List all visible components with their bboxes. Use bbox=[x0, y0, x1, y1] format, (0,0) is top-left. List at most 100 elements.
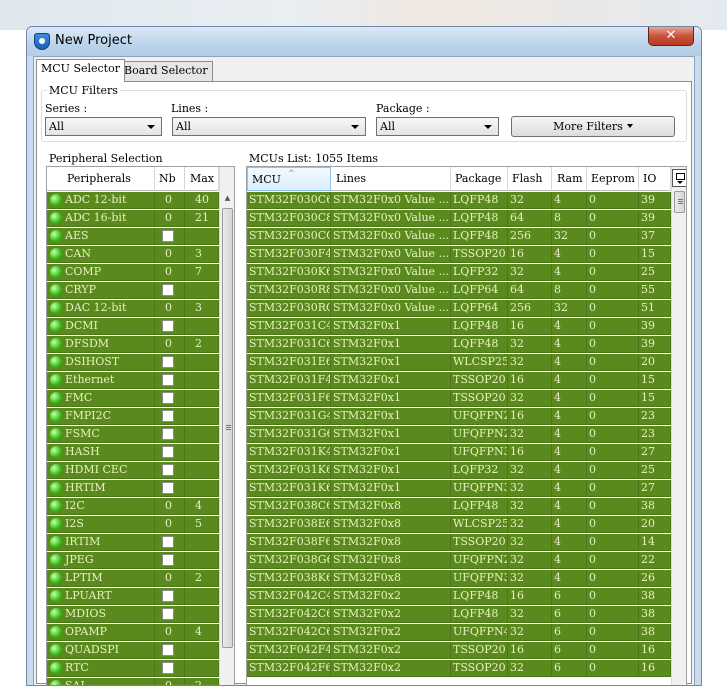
peripheral-nb[interactable]: 0 bbox=[155, 336, 185, 353]
col-lines[interactable]: Lines bbox=[331, 167, 451, 191]
title-bar[interactable]: New Project ✕ bbox=[27, 27, 701, 56]
peripheral-nb[interactable] bbox=[155, 462, 185, 479]
mcu-scrollbar[interactable] bbox=[671, 167, 686, 685]
mcu-row[interactable]: STM32F030C6TxSTM32F0x0 Value ...LQFP4832… bbox=[247, 192, 671, 209]
col-package[interactable]: Package bbox=[451, 167, 508, 191]
peripheral-scrollbar[interactable]: ▲ bbox=[219, 167, 234, 685]
peripheral-row[interactable]: LPTIM 0 2 bbox=[47, 570, 219, 587]
peripheral-nb[interactable]: 0 bbox=[155, 624, 185, 641]
peripheral-checkbox[interactable] bbox=[162, 464, 174, 476]
package-dropdown[interactable]: All bbox=[376, 117, 499, 136]
peripheral-row[interactable]: LPUART bbox=[47, 588, 219, 605]
peripheral-checkbox[interactable] bbox=[162, 446, 174, 458]
peripheral-nb[interactable] bbox=[155, 318, 185, 335]
peripheral-checkbox[interactable] bbox=[162, 410, 174, 422]
mcu-row[interactable]: STM32F030R8TxSTM32F0x0 Value ...LQFP6464… bbox=[247, 282, 671, 299]
peripheral-checkbox[interactable] bbox=[162, 392, 174, 404]
col-flash[interactable]: Flash bbox=[508, 167, 552, 191]
peripheral-checkbox[interactable] bbox=[162, 590, 174, 602]
series-dropdown[interactable]: All bbox=[45, 117, 162, 136]
peripheral-row[interactable]: DFSDM 0 2 bbox=[47, 336, 219, 353]
mcu-row[interactable]: STM32F031G4UxSTM32F0x1UFQFPN28164023 bbox=[247, 408, 671, 425]
mcu-row[interactable]: STM32F038F6PxSTM32F0x8TSSOP20324014 bbox=[247, 534, 671, 551]
peripheral-nb[interactable]: 0 bbox=[155, 192, 185, 209]
lines-dropdown[interactable]: All bbox=[172, 117, 366, 136]
peripheral-checkbox[interactable] bbox=[162, 428, 174, 440]
peripheral-checkbox[interactable] bbox=[162, 608, 174, 620]
peripheral-row[interactable]: SAI 0 2 bbox=[47, 678, 219, 685]
peripheral-nb[interactable] bbox=[155, 588, 185, 605]
peripheral-row[interactable]: ADC 16-bit 0 21 bbox=[47, 210, 219, 227]
peripheral-row[interactable]: JPEG bbox=[47, 552, 219, 569]
mcu-row[interactable]: STM32F031K4UxSTM32F0x1UFQFPN32164027 bbox=[247, 444, 671, 461]
peripheral-nb[interactable] bbox=[155, 228, 185, 245]
peripheral-nb[interactable] bbox=[155, 426, 185, 443]
peripheral-row[interactable]: HDMI CEC bbox=[47, 462, 219, 479]
peripheral-nb[interactable]: 0 bbox=[155, 678, 185, 685]
peripheral-nb[interactable]: 0 bbox=[155, 246, 185, 263]
mcu-row[interactable]: STM32F038E6YxSTM32F0x8WLCSP25324020 bbox=[247, 516, 671, 533]
peripheral-nb[interactable]: 0 bbox=[155, 300, 185, 317]
mcu-row[interactable]: STM32F030F4PxSTM32F0x0 Value ...TSSOP201… bbox=[247, 246, 671, 263]
scroll-thumb[interactable] bbox=[222, 208, 233, 648]
peripheral-checkbox[interactable] bbox=[162, 374, 174, 386]
col-io[interactable]: IO bbox=[639, 167, 671, 191]
peripheral-row[interactable]: HASH bbox=[47, 444, 219, 461]
peripheral-row[interactable]: DCMI bbox=[47, 318, 219, 335]
mcu-row[interactable]: STM32F031C4TxSTM32F0x1LQFP48164039 bbox=[247, 318, 671, 335]
peripheral-row[interactable]: OPAMP 0 4 bbox=[47, 624, 219, 641]
mcu-row[interactable]: STM32F030C8TxSTM32F0x0 Value ...LQFP4864… bbox=[247, 210, 671, 227]
peripheral-nb[interactable]: 0 bbox=[155, 516, 185, 533]
mcu-row[interactable]: STM32F042C6TxSTM32F0x2LQFP48326038 bbox=[247, 606, 671, 623]
peripheral-checkbox[interactable] bbox=[162, 554, 174, 566]
peripheral-nb[interactable] bbox=[155, 480, 185, 497]
peripheral-row[interactable]: CAN 0 3 bbox=[47, 246, 219, 263]
close-button[interactable]: ✕ bbox=[648, 27, 694, 46]
mcu-row[interactable]: STM32F031G6UxSTM32F0x1UFQFPN28324023 bbox=[247, 426, 671, 443]
scroll-thumb[interactable] bbox=[674, 191, 685, 213]
peripheral-row[interactable]: AES bbox=[47, 228, 219, 245]
mcu-row[interactable]: STM32F031K6TxSTM32F0x1LQFP32324025 bbox=[247, 462, 671, 479]
mcu-row[interactable]: STM32F042F4PxSTM32F0x2TSSOP20166016 bbox=[247, 642, 671, 659]
peripheral-row[interactable]: Ethernet bbox=[47, 372, 219, 389]
peripheral-checkbox[interactable] bbox=[162, 536, 174, 548]
tab-mcu-selector[interactable]: MCU Selector bbox=[36, 59, 125, 82]
mcu-row[interactable]: STM32F030RCTxSTM32F0x0 Value ...LQFP6425… bbox=[247, 300, 671, 317]
peripheral-checkbox[interactable] bbox=[162, 644, 174, 656]
peripheral-nb[interactable] bbox=[155, 372, 185, 389]
peripheral-checkbox[interactable] bbox=[162, 284, 174, 296]
col-peripherals[interactable]: Peripherals bbox=[47, 167, 155, 191]
peripheral-nb[interactable] bbox=[155, 642, 185, 659]
mcu-row[interactable]: STM32F030K6TxSTM32F0x0 Value ...LQFP3232… bbox=[247, 264, 671, 281]
mcu-row[interactable]: STM32F031C6TxSTM32F0x1LQFP48324039 bbox=[247, 336, 671, 353]
peripheral-nb[interactable] bbox=[155, 390, 185, 407]
peripheral-row[interactable]: FSMC bbox=[47, 426, 219, 443]
peripheral-row[interactable]: IRTIM bbox=[47, 534, 219, 551]
peripheral-nb[interactable] bbox=[155, 408, 185, 425]
col-mcu[interactable]: ^ MCU bbox=[247, 167, 331, 191]
col-eeprom[interactable]: Eeprom bbox=[587, 167, 639, 191]
peripheral-row[interactable]: FMPI2C bbox=[47, 408, 219, 425]
column-chooser-icon[interactable] bbox=[672, 169, 686, 187]
peripheral-row[interactable]: MDIOS bbox=[47, 606, 219, 623]
peripheral-row[interactable]: DAC 12-bit 0 3 bbox=[47, 300, 219, 317]
peripheral-row[interactable]: I2C 0 4 bbox=[47, 498, 219, 515]
peripheral-checkbox[interactable] bbox=[162, 320, 174, 332]
peripheral-row[interactable]: QUADSPI bbox=[47, 642, 219, 659]
peripheral-nb[interactable] bbox=[155, 606, 185, 623]
peripheral-nb[interactable] bbox=[155, 354, 185, 371]
peripheral-nb[interactable]: 0 bbox=[155, 210, 185, 227]
peripheral-row[interactable]: DSIHOST bbox=[47, 354, 219, 371]
col-ram[interactable]: Ram bbox=[552, 167, 587, 191]
peripheral-nb[interactable] bbox=[155, 282, 185, 299]
peripheral-row[interactable]: FMC bbox=[47, 390, 219, 407]
mcu-row[interactable]: STM32F038C6TxSTM32F0x8LQFP48324038 bbox=[247, 498, 671, 515]
peripheral-row[interactable]: COMP 0 7 bbox=[47, 264, 219, 281]
mcu-row[interactable]: STM32F031E6YxSTM32F0x1WLCSP25324020 bbox=[247, 354, 671, 371]
peripheral-nb[interactable] bbox=[155, 444, 185, 461]
peripheral-nb[interactable] bbox=[155, 660, 185, 677]
more-filters-button[interactable]: More Filters bbox=[511, 116, 675, 137]
peripheral-nb[interactable] bbox=[155, 534, 185, 551]
peripheral-nb[interactable]: 0 bbox=[155, 498, 185, 515]
col-nb[interactable]: Nb bbox=[155, 167, 185, 191]
